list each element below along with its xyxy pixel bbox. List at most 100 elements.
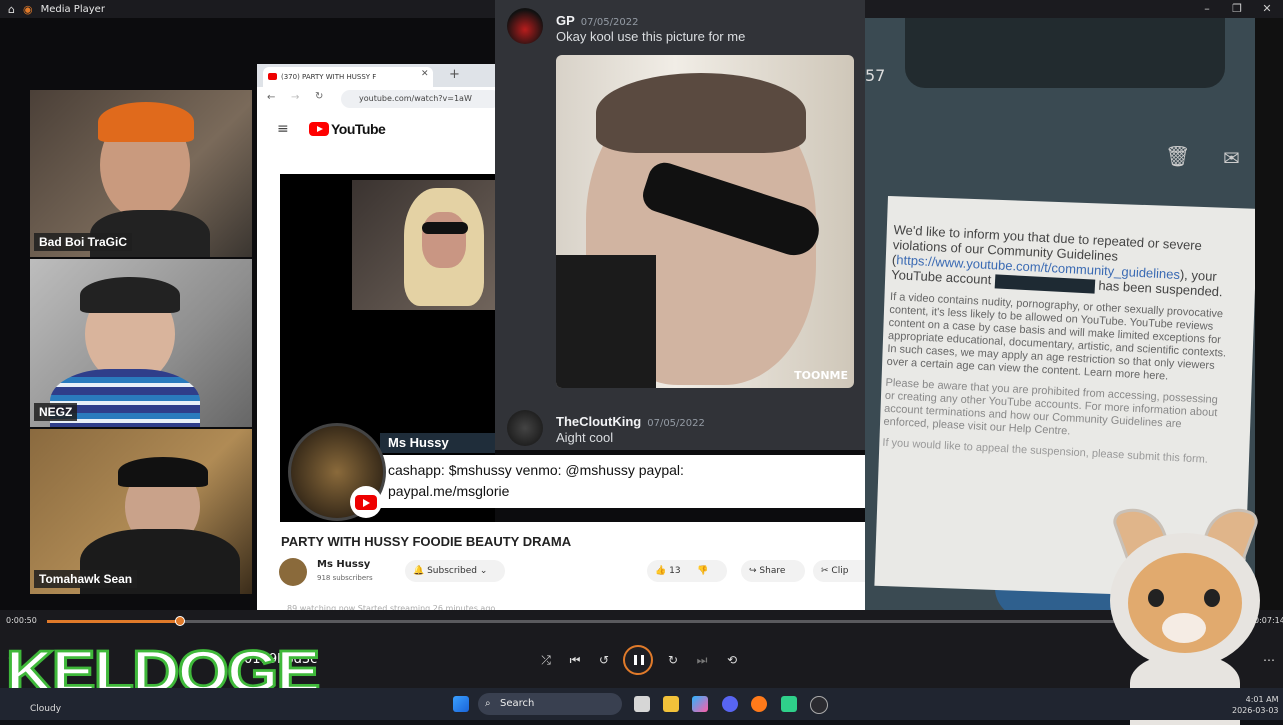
- youtube-header: ≡ YouTube: [257, 111, 495, 149]
- message-text: Okay kool use this picture for me: [556, 29, 746, 44]
- stream-thumbnail: [352, 180, 495, 310]
- seek-bar[interactable]: [47, 620, 1252, 623]
- clock[interactable]: 4:01 AM 2026-03-03: [1232, 694, 1279, 716]
- youtube-favicon-icon: [268, 73, 277, 80]
- banner-text: cashapp: $mshussy venmo: @mshussy paypal…: [388, 460, 684, 502]
- firefox-icon[interactable]: [751, 696, 767, 712]
- address-row: ← → ↻ youtube.com/watch?v=1aW: [257, 87, 495, 111]
- youtube-icon: [350, 486, 382, 518]
- rewind-10-icon[interactable]: ↺: [595, 651, 613, 669]
- app-icon[interactable]: [781, 696, 797, 712]
- current-time: 0:00:50: [6, 616, 37, 625]
- message-time: 07/05/2022: [580, 17, 639, 28]
- notice-paragraph: If a video contains nudity, pornography,…: [886, 290, 1227, 383]
- video-info: PARTY WITH HUSSY FOODIE BEAUTY DRAMA Ms …: [257, 522, 865, 613]
- browser-tab[interactable]: (370) PARTY WITH HUSSY F: [263, 67, 433, 87]
- cam-label: Bad Boi TraGiC: [34, 233, 133, 251]
- repeat-off-icon[interactable]: ⟲: [723, 651, 741, 669]
- window-title: Media Player: [40, 3, 105, 15]
- redacted-bar: [994, 273, 1096, 294]
- message-header: TheCloutKing 07/05/2022: [556, 411, 705, 430]
- shuffle-icon[interactable]: ⤮: [537, 651, 555, 669]
- cam-label: NEGZ: [34, 403, 78, 421]
- avatar: [507, 410, 543, 446]
- chat-image[interactable]: TOONME: [556, 55, 854, 388]
- image-watermark: TOONME: [794, 369, 848, 382]
- banner-line: paypal.me/msglorie: [388, 483, 510, 499]
- webcam-2: NEGZ: [30, 259, 252, 427]
- app-icon: ◉: [22, 2, 33, 16]
- trash-icon: 🗑: [1165, 144, 1191, 168]
- discord-icon[interactable]: [722, 696, 738, 712]
- back-icon[interactable]: ←: [267, 92, 275, 103]
- cam-label: Tomahawk Sean: [34, 570, 138, 588]
- subscribed-button[interactable]: 🔔 Subscribed ⌄: [405, 560, 505, 582]
- webcam-3: Tomahawk Sean: [30, 429, 252, 594]
- share-button[interactable]: ↪ Share: [741, 560, 805, 582]
- phone-time: 57: [865, 66, 886, 85]
- subscriber-count: 918 subscribers: [317, 574, 373, 582]
- channel-name[interactable]: Ms Hussy: [317, 559, 370, 570]
- next-icon[interactable]: ⏭: [693, 651, 711, 669]
- youtube-logo-text: YouTube: [331, 121, 386, 137]
- clock-date: 2026-03-03: [1232, 706, 1279, 715]
- thumbs-up-icon: 👍: [655, 566, 667, 576]
- reload-icon[interactable]: ↻: [315, 91, 323, 102]
- minimize-icon[interactable]: –: [1192, 0, 1222, 18]
- discord-chat: GP 07/05/2022 Okay kool use this picture …: [495, 0, 865, 450]
- suspension-notice-text: We'd like to inform you that due to repe…: [882, 222, 1238, 467]
- like-count: 13: [669, 566, 681, 576]
- browser-tab-strip: (370) PARTY WITH HUSSY F ✕ +: [257, 64, 495, 87]
- clip-label: Clip: [831, 566, 849, 576]
- search-placeholder: Search: [500, 698, 535, 709]
- seek-handle[interactable]: [175, 616, 185, 626]
- weather-widget[interactable]: Cloudy: [30, 704, 61, 714]
- search-icon: ⌕: [485, 698, 491, 709]
- url-bar[interactable]: youtube.com/watch?v=1aW: [341, 90, 495, 108]
- webcam-1: Bad Boi TraGiC: [30, 90, 252, 257]
- mail-icon: ✉: [1223, 146, 1240, 170]
- chevron-down-icon: ⌄: [479, 566, 488, 576]
- banner-line: cashapp: $mshussy venmo: @mshussy paypal…: [388, 462, 684, 478]
- clock-time: 4:01 AM: [1245, 695, 1279, 704]
- home-icon[interactable]: ⌂: [8, 3, 15, 16]
- media-player-icon[interactable]: [810, 696, 828, 714]
- youtube-logo[interactable]: YouTube: [309, 121, 386, 137]
- message-text: Aight cool: [556, 430, 614, 445]
- task-view-icon[interactable]: [634, 696, 650, 712]
- previous-icon[interactable]: ⏮: [566, 651, 584, 669]
- tab-close-icon[interactable]: ✕: [421, 69, 429, 79]
- subscribed-label: Subscribed: [427, 566, 478, 576]
- like-button[interactable]: 👍 13 👎: [647, 560, 727, 582]
- start-icon[interactable]: [453, 696, 469, 712]
- share-icon: ↪: [749, 566, 757, 576]
- file-explorer-icon[interactable]: [663, 696, 679, 712]
- thumbs-down-icon[interactable]: 👎: [697, 566, 708, 576]
- taskbar-search[interactable]: ⌕ Search: [478, 693, 622, 715]
- video-title: PARTY WITH HUSSY FOODIE BEAUTY DRAMA: [281, 534, 572, 549]
- message-author[interactable]: TheCloutKing: [556, 414, 641, 429]
- forward-icon[interactable]: →: [291, 92, 299, 103]
- url-text: youtube.com/watch?v=1aW: [359, 94, 472, 103]
- notice-paragraph: Please be aware that you are prohibited …: [883, 376, 1219, 438]
- copilot-icon[interactable]: [692, 696, 708, 712]
- youtube-play-icon: [309, 122, 329, 136]
- close-icon[interactable]: ✕: [1252, 0, 1282, 18]
- banner-name: Ms Hussy: [380, 433, 495, 453]
- channel-avatar[interactable]: [279, 558, 307, 586]
- pause-button[interactable]: [623, 645, 653, 675]
- seek-progress: [47, 620, 180, 623]
- menu-icon[interactable]: ≡: [277, 121, 289, 137]
- share-label: Share: [759, 566, 786, 576]
- tab-title: (370) PARTY WITH HUSSY F: [281, 73, 377, 81]
- message-author[interactable]: GP: [556, 13, 575, 28]
- maximize-icon[interactable]: ❐: [1222, 0, 1252, 18]
- scissors-icon: ✂: [821, 566, 829, 576]
- message-header: GP 07/05/2022: [556, 10, 638, 29]
- new-tab-icon[interactable]: +: [449, 67, 460, 82]
- forward-30-icon[interactable]: ↻: [664, 651, 682, 669]
- bell-icon: 🔔: [413, 566, 425, 576]
- clip-button[interactable]: ✂ Clip: [813, 560, 865, 582]
- avatar: [507, 8, 543, 44]
- message-time: 07/05/2022: [647, 418, 705, 429]
